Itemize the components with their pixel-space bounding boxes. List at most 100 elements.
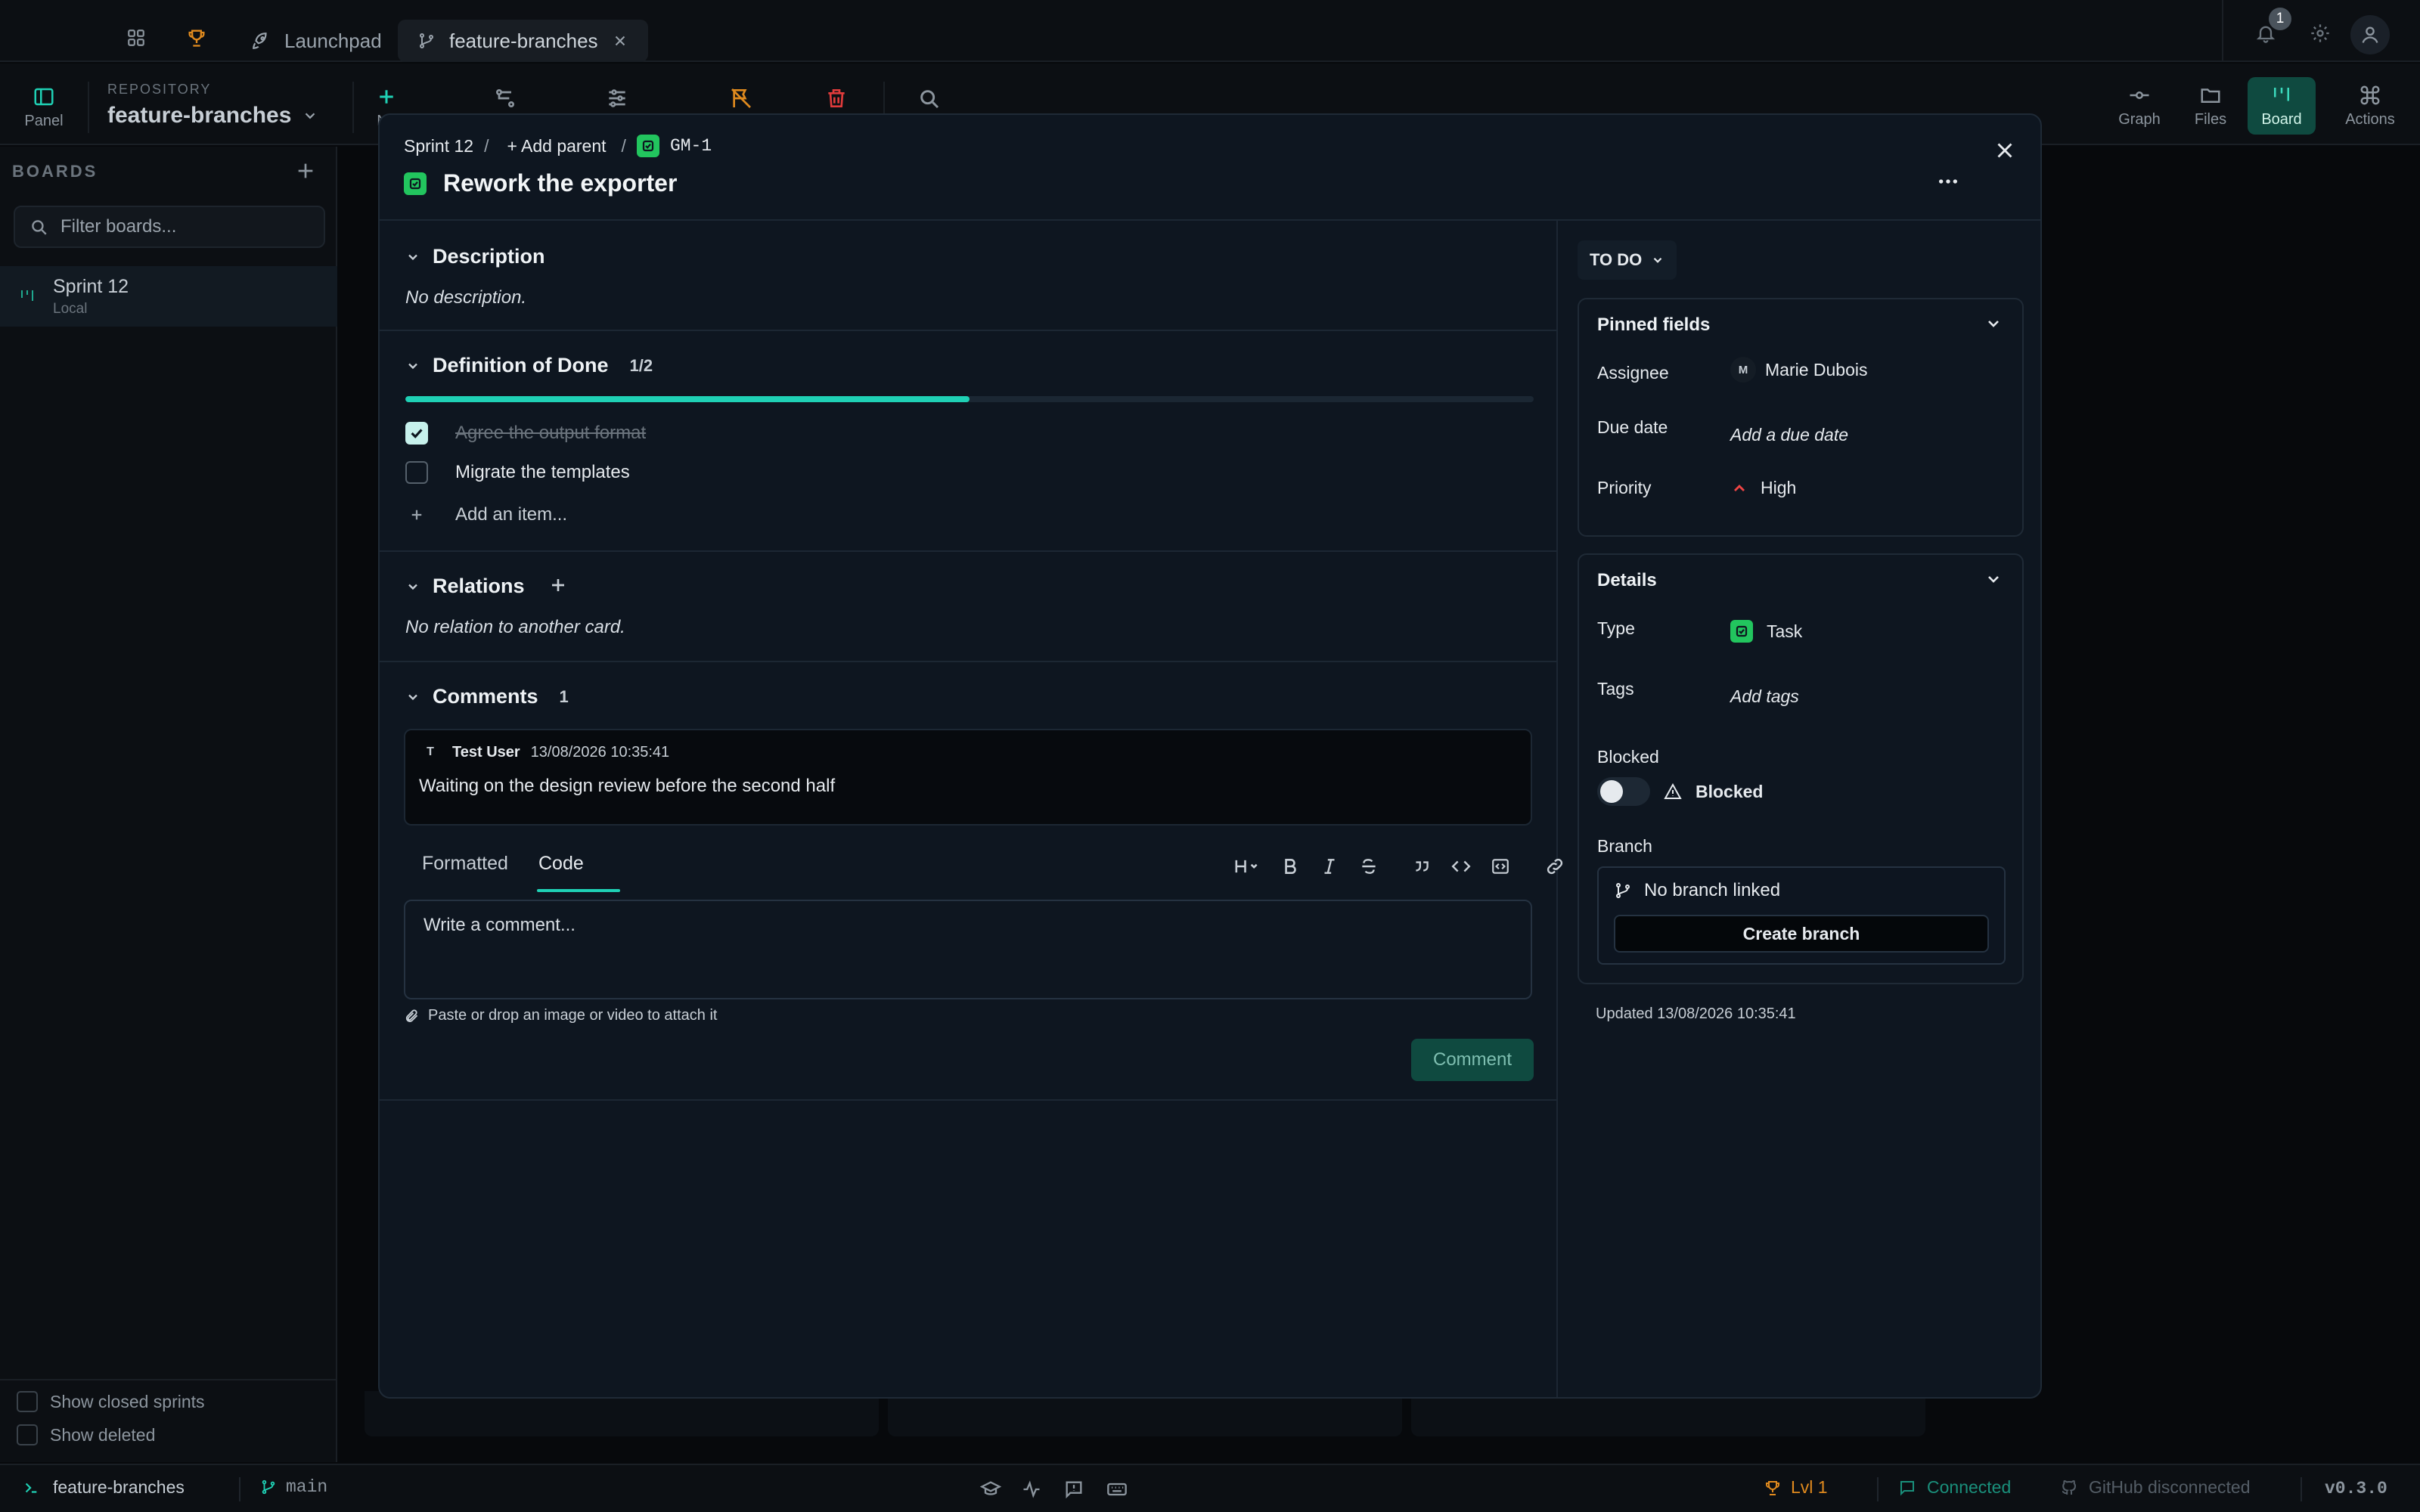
italic-icon[interactable] [1310, 847, 1349, 886]
tab-label: Launchpad [284, 29, 382, 52]
settings-gear-icon[interactable] [2301, 14, 2340, 53]
bold-icon[interactable] [1270, 847, 1310, 886]
divider [352, 82, 354, 133]
user-avatar-icon[interactable] [2350, 15, 2390, 54]
dod-checkbox[interactable] [405, 461, 428, 484]
add-board-icon[interactable] [293, 159, 318, 183]
rocket-icon [253, 33, 267, 49]
comment-text: Waiting on the design review before the … [419, 776, 836, 796]
dod-item[interactable]: Agree the output format [405, 422, 646, 445]
branch-box: No branch linked Create branch [1597, 866, 2006, 965]
show-deleted-toggle[interactable]: Show deleted [17, 1424, 155, 1445]
boards-sidebar: BOARDS Filter boards... Sprint 12 Local … [0, 147, 337, 1462]
collapse-chevron-icon[interactable] [1984, 570, 2003, 588]
comment-input[interactable]: Write a comment... [404, 900, 1532, 999]
keyboard-icon[interactable] [1106, 1479, 1128, 1500]
blocked-label: Blocked [1597, 747, 1659, 767]
show-deleted-label: Show deleted [50, 1424, 156, 1445]
feedback-icon[interactable] [1063, 1479, 1084, 1500]
link-icon[interactable] [1535, 847, 1575, 886]
tab-launchpad[interactable]: Launchpad [231, 20, 402, 62]
divider [1556, 221, 1558, 1397]
assignee-field[interactable]: M Marie Dubois [1730, 357, 1868, 383]
code-block-icon[interactable] [1481, 847, 1520, 886]
tab-feature-branches[interactable]: feature-branches [398, 20, 648, 62]
comments-section-header[interactable]: Comments 1 [405, 685, 569, 708]
status-github[interactable]: GitHub disconnected [2060, 1477, 2251, 1498]
due-date-field[interactable]: Add a due date [1730, 425, 1848, 445]
branches-icon[interactable] [493, 86, 517, 110]
apps-grid-icon[interactable] [118, 20, 154, 56]
app-version: v0.3.0 [2325, 1479, 2387, 1498]
sliders-icon[interactable] [605, 86, 629, 110]
tags-field[interactable]: Add tags [1730, 686, 1799, 707]
activity-icon[interactable] [1021, 1479, 1042, 1500]
actions-button[interactable]: Actions [2334, 77, 2406, 135]
collapse-chevron-icon[interactable] [1984, 314, 2003, 333]
divider [380, 550, 1556, 552]
description-section-header[interactable]: Description [405, 245, 545, 268]
heading-icon[interactable] [1225, 847, 1270, 886]
checkbox[interactable] [17, 1424, 38, 1445]
command-icon [2360, 85, 2380, 104]
panel-button[interactable]: Panel [15, 79, 73, 136]
trash-icon[interactable] [824, 86, 849, 110]
comment-placeholder: Write a comment... [424, 915, 576, 935]
files-view-button[interactable]: Files [2178, 77, 2243, 135]
add-dod-item-button[interactable]: Add an item... [405, 503, 567, 526]
quote-icon[interactable] [1402, 847, 1441, 886]
sidebar-item-sprint-12[interactable]: Sprint 12 Local [0, 266, 337, 327]
graph-view-button[interactable]: Graph [2105, 77, 2173, 135]
editor-tab-code[interactable]: Code [538, 853, 584, 875]
inline-code-icon[interactable] [1441, 847, 1481, 886]
trophy-icon[interactable] [178, 20, 215, 56]
chevron-down-icon [306, 113, 315, 119]
status-dropdown[interactable]: TO DO [1578, 240, 1677, 280]
toggle-switch[interactable] [1597, 777, 1650, 806]
git-branch-icon [420, 33, 433, 48]
relations-section-header[interactable]: Relations [405, 575, 525, 598]
repository-selector[interactable]: feature-branches [107, 103, 318, 129]
create-branch-button[interactable]: Create branch [1614, 915, 1989, 953]
status-level[interactable]: Lvl 1 [1764, 1477, 1828, 1498]
task-type-icon [404, 172, 427, 195]
dod-item[interactable]: Migrate the templates [405, 461, 630, 484]
priority-field[interactable]: High [1730, 478, 1796, 498]
pinned-fields-card: Pinned fields Assignee M Marie Dubois Du… [1578, 298, 2024, 537]
blocked-toggle[interactable]: Blocked [1597, 777, 1763, 806]
breadcrumb-sprint[interactable]: Sprint 12 [404, 136, 473, 156]
checkbox[interactable] [17, 1391, 38, 1412]
trophy-icon [1766, 1480, 1779, 1495]
search-icon [32, 220, 47, 235]
more-options-icon[interactable] [1936, 169, 1960, 194]
card-title[interactable]: Rework the exporter [443, 169, 677, 197]
dod-checkbox-checked[interactable] [405, 422, 428, 445]
graduation-cap-icon[interactable] [980, 1479, 1001, 1500]
search-icon[interactable] [917, 86, 941, 110]
status-repo[interactable]: feature-branches [23, 1477, 185, 1498]
description-text[interactable]: No description. [405, 287, 526, 308]
strikethrough-icon[interactable] [1349, 847, 1388, 886]
card-key[interactable]: GM-1 [670, 136, 712, 156]
breadcrumb: Sprint 12 / + Add parent / GM-1 [404, 135, 712, 157]
add-relation-icon[interactable] [546, 573, 570, 597]
due-date-label: Due date [1597, 417, 1668, 437]
repository-caption: REPOSITORY [107, 82, 212, 97]
editor-tab-formatted[interactable]: Formatted [422, 853, 508, 875]
close-tab-icon[interactable] [612, 33, 628, 49]
status-branch[interactable]: main [260, 1477, 327, 1497]
board-view-button[interactable]: Board [2248, 77, 2316, 135]
panel-icon [34, 88, 54, 105]
type-field[interactable]: Task [1730, 620, 1802, 643]
divider [0, 1379, 336, 1380]
type-value: Task [1767, 621, 1803, 641]
submit-comment-button[interactable]: Comment [1411, 1039, 1534, 1081]
filter-boards-input[interactable]: Filter boards... [14, 206, 325, 248]
add-parent-button[interactable]: + Add parent [507, 136, 606, 156]
flag-off-icon[interactable] [729, 86, 753, 110]
show-closed-sprints-toggle[interactable]: Show closed sprints [17, 1391, 205, 1412]
dod-section-header[interactable]: Definition of Done 1/2 [405, 354, 653, 377]
status-connection-label: Connected [1927, 1477, 2012, 1497]
sidebar-item-title: Sprint 12 [53, 275, 129, 297]
close-modal-icon[interactable] [1992, 138, 2018, 163]
